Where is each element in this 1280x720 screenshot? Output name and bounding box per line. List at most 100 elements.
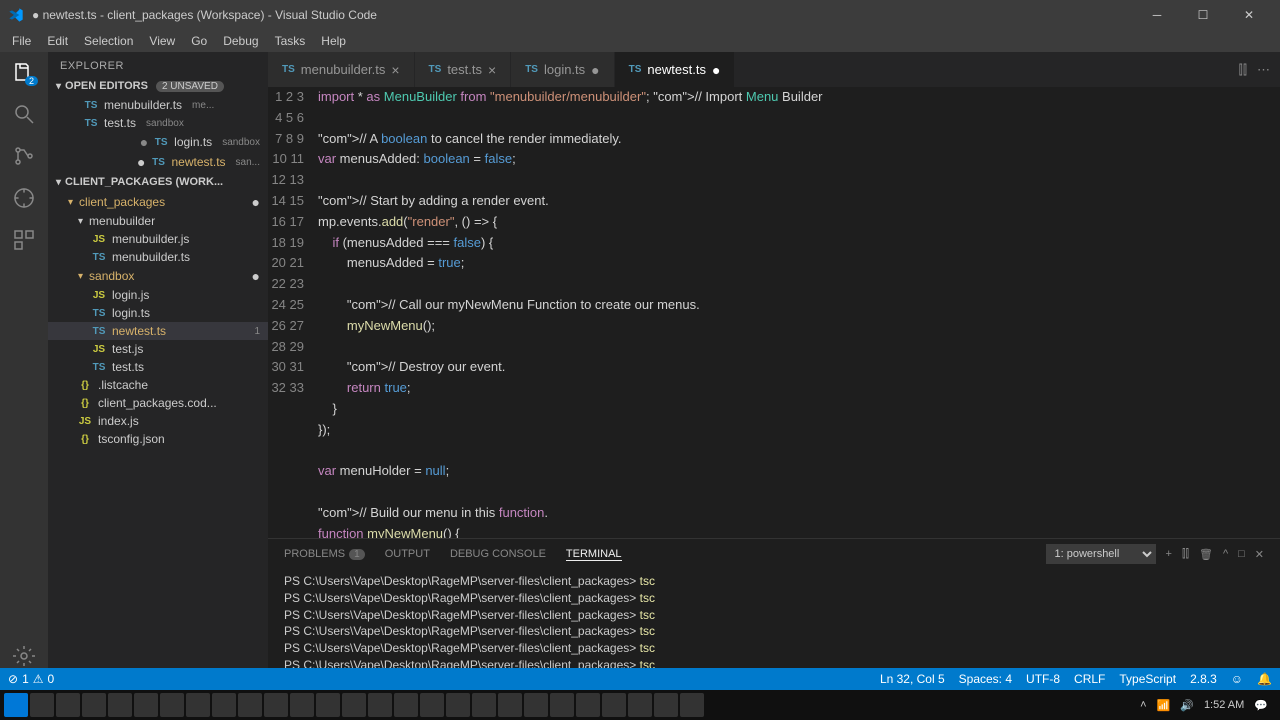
status-ts-version[interactable]: 2.8.3 xyxy=(1190,672,1217,686)
taskbar-app[interactable] xyxy=(316,693,340,717)
taskbar-app[interactable] xyxy=(160,693,184,717)
tray-volume-icon[interactable]: 🔊 xyxy=(1180,699,1194,712)
menu-file[interactable]: File xyxy=(4,34,39,48)
tree-item[interactable]: TSnewtest.ts1 xyxy=(48,322,268,340)
status-encoding[interactable]: UTF-8 xyxy=(1026,672,1060,686)
window-minimize-button[interactable]: ─ xyxy=(1134,0,1180,30)
new-terminal-icon[interactable]: + xyxy=(1166,548,1172,560)
tree-item[interactable]: ▾menubuilder xyxy=(48,212,268,230)
kill-terminal-icon[interactable]: 🗑 xyxy=(1199,548,1213,561)
debug-icon[interactable] xyxy=(12,186,36,210)
taskbar-app[interactable] xyxy=(394,693,418,717)
taskbar-app[interactable] xyxy=(524,693,548,717)
taskbar-app[interactable] xyxy=(368,693,392,717)
editor-tab[interactable]: TSnewtest.ts● xyxy=(615,52,736,87)
terminal-select[interactable]: 1: powershell xyxy=(1046,544,1156,564)
editor-tab[interactable]: TSlogin.ts● xyxy=(511,52,614,87)
taskbar-app[interactable] xyxy=(680,693,704,717)
panel-up-icon[interactable]: ^ xyxy=(1223,548,1228,560)
taskbar-app[interactable] xyxy=(212,693,236,717)
taskbar-app[interactable] xyxy=(56,693,80,717)
taskbar-app[interactable] xyxy=(602,693,626,717)
tree-item[interactable]: JSindex.js xyxy=(48,412,268,430)
tree-item[interactable]: TSmenubuilder.ts xyxy=(48,248,268,266)
tray-wifi-icon[interactable]: 📶 xyxy=(1157,699,1171,712)
menu-selection[interactable]: Selection xyxy=(76,34,141,48)
open-editor-item[interactable]: ●TSlogin.tssandbox xyxy=(48,132,268,152)
split-terminal-icon[interactable]: ⫿⫿ xyxy=(1182,548,1189,561)
system-tray[interactable]: ˄ 📶 🔊 1:52 AM 💬 xyxy=(1140,699,1276,712)
tree-item[interactable]: {}.listcache xyxy=(48,376,268,394)
taskbar-app[interactable] xyxy=(30,693,54,717)
taskbar-app[interactable] xyxy=(472,693,496,717)
status-errors[interactable]: ⊘ 1 ⚠ 0 xyxy=(8,672,54,686)
tree-item[interactable]: {}tsconfig.json xyxy=(48,430,268,448)
status-spaces[interactable]: Spaces: 4 xyxy=(959,672,1012,686)
start-button[interactable] xyxy=(4,693,28,717)
open-editors-header[interactable]: ▾ OPEN EDITORS 2 UNSAVED xyxy=(48,76,268,96)
taskbar-app[interactable] xyxy=(108,693,132,717)
taskbar-app[interactable] xyxy=(498,693,522,717)
menu-edit[interactable]: Edit xyxy=(39,34,76,48)
editor-tab[interactable]: TStest.ts× xyxy=(415,52,512,87)
taskbar-app[interactable] xyxy=(342,693,366,717)
tree-item[interactable]: ▾sandbox● xyxy=(48,266,268,286)
taskbar-app[interactable] xyxy=(134,693,158,717)
tree-item[interactable]: JStest.js xyxy=(48,340,268,358)
feedback-icon[interactable]: ☺ xyxy=(1231,672,1243,686)
explorer-icon[interactable]: 2 xyxy=(12,60,36,84)
tree-item[interactable]: TStest.ts xyxy=(48,358,268,376)
open-editor-item[interactable]: TStest.tssandbox xyxy=(48,114,268,132)
taskbar-app[interactable] xyxy=(420,693,444,717)
more-icon[interactable]: ⋯ xyxy=(1257,62,1270,78)
close-panel-icon[interactable]: ✕ xyxy=(1255,548,1264,561)
minimap[interactable] xyxy=(1200,87,1280,538)
taskbar-app[interactable] xyxy=(446,693,470,717)
tree-item[interactable]: ▾client_packages● xyxy=(48,192,268,212)
git-icon[interactable] xyxy=(12,144,36,168)
output-tab[interactable]: OUTPUT xyxy=(385,548,430,560)
taskbar-app[interactable] xyxy=(186,693,210,717)
window-close-button[interactable]: ✕ xyxy=(1226,0,1272,30)
menu-view[interactable]: View xyxy=(141,34,183,48)
search-icon[interactable] xyxy=(12,102,36,126)
menu-help[interactable]: Help xyxy=(313,34,354,48)
tree-item[interactable]: {}client_packages.cod... xyxy=(48,394,268,412)
taskbar-app[interactable] xyxy=(238,693,262,717)
tree-item[interactable]: TSlogin.ts xyxy=(48,304,268,322)
tree-item[interactable]: JSlogin.js xyxy=(48,286,268,304)
taskbar-app[interactable] xyxy=(264,693,288,717)
open-editor-item[interactable]: ●TSnewtest.tssan... xyxy=(48,152,268,172)
taskbar-app[interactable] xyxy=(290,693,314,717)
code-editor[interactable]: 1 2 3 4 5 6 7 8 9 10 11 12 13 14 15 16 1… xyxy=(268,87,1280,538)
workspace-header[interactable]: ▾ CLIENT_PACKAGES (WORK... xyxy=(48,172,268,192)
open-editor-item[interactable]: TSmenubuilder.tsme... xyxy=(48,96,268,114)
extensions-icon[interactable] xyxy=(12,228,36,252)
taskbar-app[interactable] xyxy=(576,693,600,717)
menu-go[interactable]: Go xyxy=(183,34,215,48)
terminal-tab[interactable]: TERMINAL xyxy=(566,548,622,561)
menu-tasks[interactable]: Tasks xyxy=(267,34,314,48)
editor-tab[interactable]: TSmenubuilder.ts× xyxy=(268,52,415,87)
taskbar-app[interactable] xyxy=(82,693,106,717)
taskbar-app[interactable] xyxy=(628,693,652,717)
terminal-content[interactable]: PS C:\Users\Vape\Desktop\RageMP\server-f… xyxy=(268,569,1280,668)
window-maximize-button[interactable]: ☐ xyxy=(1180,0,1226,30)
taskbar-app[interactable] xyxy=(654,693,678,717)
maximize-panel-icon[interactable]: □ xyxy=(1238,548,1245,560)
problems-tab[interactable]: PROBLEMS1 xyxy=(284,548,365,560)
taskbar-app[interactable] xyxy=(550,693,574,717)
split-editor-icon[interactable]: ⫿⫿ xyxy=(1239,62,1247,78)
bell-icon[interactable]: 🔔 xyxy=(1257,672,1272,686)
status-language[interactable]: TypeScript xyxy=(1119,672,1176,686)
status-cursor[interactable]: Ln 32, Col 5 xyxy=(880,672,945,686)
menu-debug[interactable]: Debug xyxy=(215,34,266,48)
debug-console-tab[interactable]: DEBUG CONSOLE xyxy=(450,548,546,560)
tray-notifications-icon[interactable]: 💬 xyxy=(1254,699,1268,712)
code-content[interactable]: import * as MenuBuilder from "menubuilde… xyxy=(318,87,1280,538)
tray-chevron-icon[interactable]: ˄ xyxy=(1140,699,1146,711)
status-eol[interactable]: CRLF xyxy=(1074,672,1105,686)
settings-gear-icon[interactable] xyxy=(12,644,36,668)
tree-item[interactable]: JSmenubuilder.js xyxy=(48,230,268,248)
tray-clock[interactable]: 1:52 AM xyxy=(1204,699,1244,711)
